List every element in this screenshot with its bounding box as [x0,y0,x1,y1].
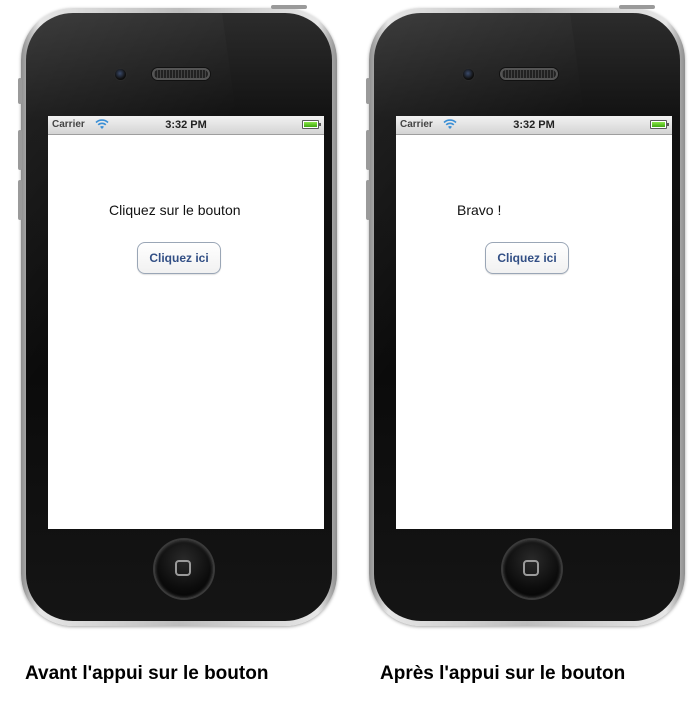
status-bar: Carrier 3:32 PM [48,116,324,135]
cliquez-ici-button[interactable]: Cliquez ici [137,242,221,274]
home-button[interactable] [503,540,561,598]
sleep-button [619,5,655,9]
cliquez-ici-button[interactable]: Cliquez ici [485,242,569,274]
message-label: Cliquez sur le bouton [109,202,241,218]
battery-icon [650,120,669,129]
status-bar: Carrier 3:32 PM [396,116,672,135]
speaker-grille [152,68,210,80]
home-button[interactable] [155,540,213,598]
caption-before: Avant l'appui sur le bouton [25,663,269,684]
speaker-grille [500,68,558,80]
status-time: 3:32 PM [513,119,555,131]
battery-icon [302,120,321,129]
sleep-button [271,5,307,9]
home-square-icon [175,560,191,576]
home-square-icon [523,560,539,576]
caption-after: Après l'appui sur le bouton [380,663,626,684]
volume-up-button [18,130,22,170]
camera-icon [463,69,474,80]
phone-screen: Carrier 3:32 PM Bravo ! Cliquez ici [396,116,672,529]
iphone-simulator-before: Carrier 3:32 PM Cliquez sur le bouton Cl… [18,5,337,626]
mute-switch [366,78,370,104]
phone-screen: Carrier 3:32 PM Cliquez sur le bouton Cl… [48,116,324,529]
mute-switch [18,78,22,104]
iphone-simulator-after: Carrier 3:32 PM Bravo ! Cliquez ici [366,5,685,626]
volume-up-button [366,130,370,170]
volume-down-button [18,180,22,220]
message-label: Bravo ! [457,202,502,218]
volume-down-button [366,180,370,220]
status-time: 3:32 PM [165,119,207,131]
phone-body: Carrier 3:32 PM Cliquez sur le bouton Cl… [26,13,332,621]
camera-icon [115,69,126,80]
phone-body: Carrier 3:32 PM Bravo ! Cliquez ici [374,13,680,621]
